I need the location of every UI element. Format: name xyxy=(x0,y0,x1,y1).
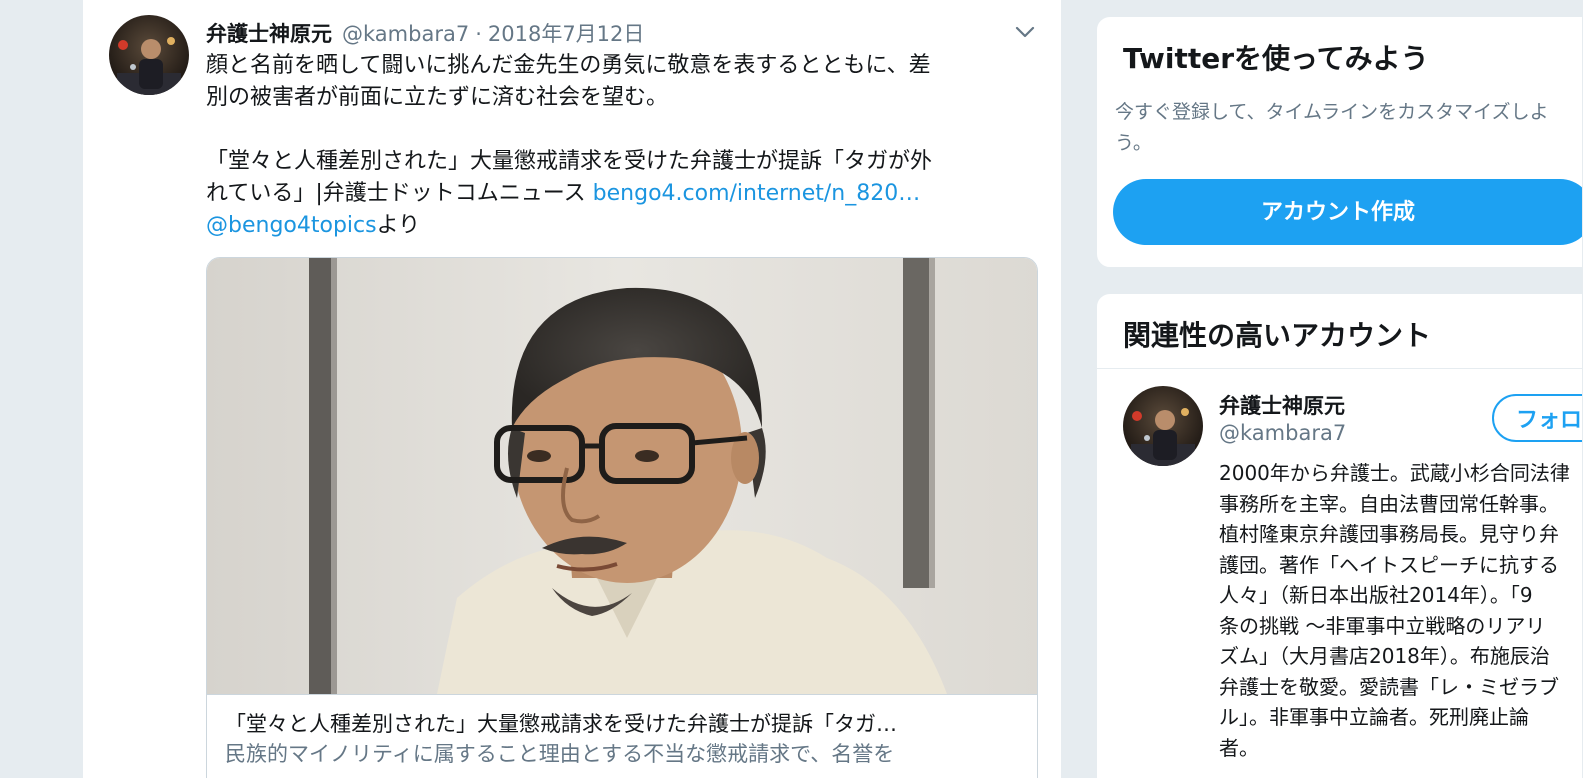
card-body: 「堂々と人種差別された」大量懲戒請求を受けた弁護士が提訴「タガ… 民族的マイノリ… xyxy=(207,694,1037,778)
bio-line: 者。 xyxy=(1219,735,1259,760)
mention-link[interactable]: @bengo4topics xyxy=(206,213,377,238)
signup-title: Twitterを使ってみよう xyxy=(1123,42,1429,75)
related-account-avatar[interactable] xyxy=(1123,386,1203,466)
tweet[interactable]: 弁護士神原元 @kambara7 · 2018年7月12日 顔と名前を晒して闘い… xyxy=(83,0,1063,778)
bio-line: 護団。著作「ヘイトスピーチに抗する xyxy=(1219,552,1559,577)
tweet-text-line: 顔と名前を晒して闘いに挑んだ金先生の勇気に敬意を表するとともに、差 xyxy=(206,53,931,78)
divider xyxy=(1097,368,1582,369)
card-description: 民族的マイノリティに属すること理由とする不当な懲戒請求で、名誉を xyxy=(225,742,895,766)
related-accounts-module: 関連性の高いアカウント 弁護士神原元 @kambara7 フォロー 2000年か… xyxy=(1096,293,1583,778)
related-accounts-title: 関連性の高いアカウント xyxy=(1123,319,1432,352)
signup-text: 今すぐ登録して、タイムラインをカスタマイズしよう。 xyxy=(1115,101,1549,154)
chevron-down-icon[interactable] xyxy=(1015,24,1035,38)
bio-line: 植村隆東京弁護団事務局長。見守り弁 xyxy=(1219,522,1559,546)
avatar-image xyxy=(1123,386,1203,466)
article-link[interactable]: bengo4.com/internet/n_820… xyxy=(593,181,921,206)
tweet-text-line: 別の被害者が前面に立たずに済む社会を望む。 xyxy=(206,85,669,110)
link-card[interactable]: 「堂々と人種差別された」大量懲戒請求を受けた弁護士が提訴「タガ… 民族的マイノリ… xyxy=(206,257,1038,778)
related-account-bio: 2000年から弁護士。武蔵小杉合同法律 事務所を主宰。自由法曹団常任幹事。 植村… xyxy=(1219,458,1582,763)
article-line: 「堂々と人種差別された」大量懲戒請求を受けた弁護士が提訴「タガが外 xyxy=(206,149,933,174)
bio-line: ズム」（大月書店2018年）。布施辰治 xyxy=(1219,644,1550,668)
tweet-author-avatar[interactable] xyxy=(109,15,189,95)
related-account-name[interactable]: 弁護士神原元 xyxy=(1219,390,1345,420)
signup-module: Twitterを使ってみよう 今すぐ登録して、タイムラインをカスタマイズしよう。… xyxy=(1096,16,1583,268)
bio-line: 事務所を主宰。自由法曹団常任幹事。 xyxy=(1219,491,1559,516)
bio-line: 人々」（新日本出版社2014年）。「9 xyxy=(1219,583,1533,607)
tweet-text: 顔と名前を晒して闘いに挑んだ金先生の勇気に敬意を表するとともに、差 別の被害者が… xyxy=(206,50,1036,242)
author-name[interactable]: 弁護士神原元 xyxy=(206,18,332,48)
header-separator: · xyxy=(475,22,482,46)
card-title: 「堂々と人種差別された」大量懲戒請求を受けた弁護士が提訴「タガ… xyxy=(225,712,897,736)
related-account-handle: @kambara7 xyxy=(1219,421,1347,445)
article-line-prefix: れている」|弁護士ドットコムニュース xyxy=(206,181,593,206)
tweet-header: 弁護士神原元 @kambara7 · 2018年7月12日 xyxy=(206,18,644,46)
bio-line: ル」。非軍事中立論者。死刑廃止論 xyxy=(1219,705,1529,729)
author-handle[interactable]: @kambara7 xyxy=(342,22,469,46)
bio-line: 弁護士を敬愛。愛読書「レ・ミゼラブ xyxy=(1219,674,1559,699)
bio-line: 条の挑戦 ～非軍事中立戦略のリアリ xyxy=(1219,613,1546,638)
bio-line: 2000年から弁護士。武蔵小杉合同法律 xyxy=(1219,461,1570,485)
card-image xyxy=(207,258,1037,694)
tweet-date[interactable]: 2018年7月12日 xyxy=(488,18,645,48)
create-account-button[interactable]: アカウント作成 xyxy=(1113,179,1582,245)
follow-button[interactable]: フォロー xyxy=(1492,394,1582,442)
article-line: れている」|弁護士ドットコムニュース bengo4.com/internet/n… xyxy=(206,178,1036,210)
avatar-image xyxy=(109,15,189,95)
mention-suffix: より xyxy=(376,213,421,238)
mention-line: @bengo4topicsより xyxy=(206,210,1036,242)
timeline-column: 弁護士神原元 @kambara7 · 2018年7月12日 顔と名前を晒して闘い… xyxy=(82,0,1062,778)
